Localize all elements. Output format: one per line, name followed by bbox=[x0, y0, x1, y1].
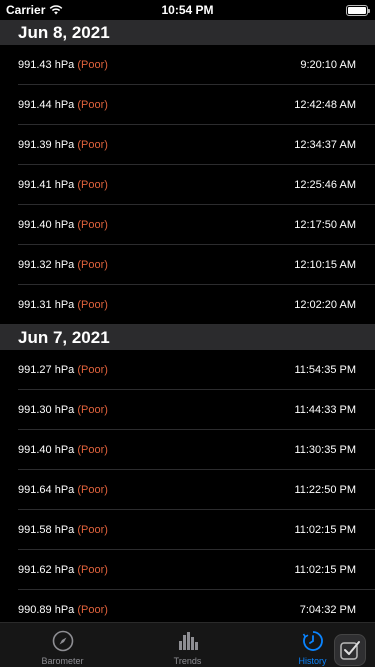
tab-bar: Barometer Trends History bbox=[0, 622, 375, 667]
quality-label: (Poor) bbox=[77, 364, 108, 376]
quality-label: (Poor) bbox=[77, 59, 108, 71]
history-row[interactable]: 991.40 hPa (Poor) 11:30:35 PM bbox=[0, 430, 375, 470]
reading-time: 11:54:35 PM bbox=[294, 364, 356, 376]
reading-time: 11:02:15 PM bbox=[294, 524, 356, 536]
section-header-jun-8: Jun 8, 2021 bbox=[0, 20, 375, 45]
battery-icon bbox=[346, 5, 370, 16]
pressure-value: 991.39 hPa bbox=[18, 139, 75, 151]
reading-time: 7:04:32 PM bbox=[299, 604, 356, 616]
quality-label: (Poor) bbox=[77, 484, 108, 496]
reading-time: 11:30:35 PM bbox=[294, 444, 356, 456]
quality-label: (Poor) bbox=[77, 179, 108, 191]
pressure-value: 991.43 hPa bbox=[18, 59, 75, 71]
app-screen: Carrier 10:54 PM Jun 8, 2021 991.43 hPa … bbox=[0, 0, 375, 667]
quality-label: (Poor) bbox=[77, 299, 108, 311]
pressure-value: 991.58 hPa bbox=[18, 524, 75, 536]
quality-label: (Poor) bbox=[77, 259, 108, 271]
pressure-value: 991.40 hPa bbox=[18, 444, 75, 456]
quality-label: (Poor) bbox=[77, 99, 108, 111]
reading-time: 9:20:10 AM bbox=[300, 59, 356, 71]
pressure-value: 991.44 hPa bbox=[18, 99, 75, 111]
app-shortcut-button[interactable] bbox=[334, 634, 366, 666]
reading-time: 12:02:20 AM bbox=[294, 299, 356, 311]
tab-trends-label: Trends bbox=[173, 656, 202, 666]
quality-label: (Poor) bbox=[77, 524, 108, 536]
quality-label: (Poor) bbox=[77, 404, 108, 416]
history-row[interactable]: 991.30 hPa (Poor) 11:44:33 PM bbox=[0, 390, 375, 430]
pressure-value: 991.27 hPa bbox=[18, 364, 75, 376]
reading-time: 12:25:46 AM bbox=[294, 179, 356, 191]
check-icon bbox=[340, 641, 360, 660]
reading-time: 12:42:48 AM bbox=[294, 99, 356, 111]
pressure-value: 991.30 hPa bbox=[18, 404, 75, 416]
pressure-value: 990.89 hPa bbox=[18, 604, 75, 616]
history-list[interactable]: Jun 8, 2021 991.43 hPa (Poor) 9:20:10 AM… bbox=[0, 20, 375, 630]
history-row[interactable]: 991.41 hPa (Poor) 12:25:46 AM bbox=[0, 165, 375, 205]
pressure-value: 991.62 hPa bbox=[18, 564, 75, 576]
reading-time: 12:10:15 AM bbox=[294, 259, 356, 271]
tab-barometer-label: Barometer bbox=[41, 656, 84, 666]
pressure-value: 991.41 hPa bbox=[18, 179, 75, 191]
quality-label: (Poor) bbox=[77, 139, 108, 151]
reading-time: 11:22:50 PM bbox=[294, 484, 356, 496]
history-row[interactable]: 991.58 hPa (Poor) 11:02:15 PM bbox=[0, 510, 375, 550]
history-row[interactable]: 991.64 hPa (Poor) 11:22:50 PM bbox=[0, 470, 375, 510]
quality-label: (Poor) bbox=[77, 444, 108, 456]
reading-time: 11:44:33 PM bbox=[294, 404, 356, 416]
quality-label: (Poor) bbox=[77, 604, 108, 616]
history-row[interactable]: 991.39 hPa (Poor) 12:34:37 AM bbox=[0, 125, 375, 165]
status-time: 10:54 PM bbox=[161, 3, 214, 17]
history-clock-icon bbox=[302, 631, 323, 651]
status-bar: Carrier 10:54 PM bbox=[0, 0, 375, 20]
history-row[interactable]: 991.40 hPa (Poor) 12:17:50 AM bbox=[0, 205, 375, 245]
history-row[interactable]: 991.32 hPa (Poor) 12:10:15 AM bbox=[0, 245, 375, 285]
tab-history-label: History bbox=[298, 656, 327, 666]
reading-time: 12:34:37 AM bbox=[294, 139, 356, 151]
section-header-jun-7: Jun 7, 2021 bbox=[0, 325, 375, 350]
tab-barometer[interactable]: Barometer bbox=[0, 623, 125, 667]
compass-icon bbox=[52, 630, 73, 652]
reading-time: 12:17:50 AM bbox=[294, 219, 356, 231]
history-row[interactable]: 991.43 hPa (Poor) 9:20:10 AM bbox=[0, 45, 375, 85]
history-row[interactable]: 991.31 hPa (Poor) 12:02:20 AM bbox=[0, 285, 375, 325]
pressure-value: 991.32 hPa bbox=[18, 259, 75, 271]
quality-label: (Poor) bbox=[77, 219, 108, 231]
pressure-value: 991.31 hPa bbox=[18, 299, 75, 311]
pressure-value: 991.64 hPa bbox=[18, 484, 75, 496]
history-row[interactable]: 991.62 hPa (Poor) 11:02:15 PM bbox=[0, 550, 375, 590]
history-row[interactable]: 991.27 hPa (Poor) 11:54:35 PM bbox=[0, 350, 375, 390]
tab-trends[interactable]: Trends bbox=[125, 623, 250, 667]
quality-label: (Poor) bbox=[77, 564, 108, 576]
pressure-value: 991.40 hPa bbox=[18, 219, 75, 231]
reading-time: 11:02:15 PM bbox=[294, 564, 356, 576]
bar-chart-icon bbox=[178, 632, 198, 650]
history-row[interactable]: 991.44 hPa (Poor) 12:42:48 AM bbox=[0, 85, 375, 125]
